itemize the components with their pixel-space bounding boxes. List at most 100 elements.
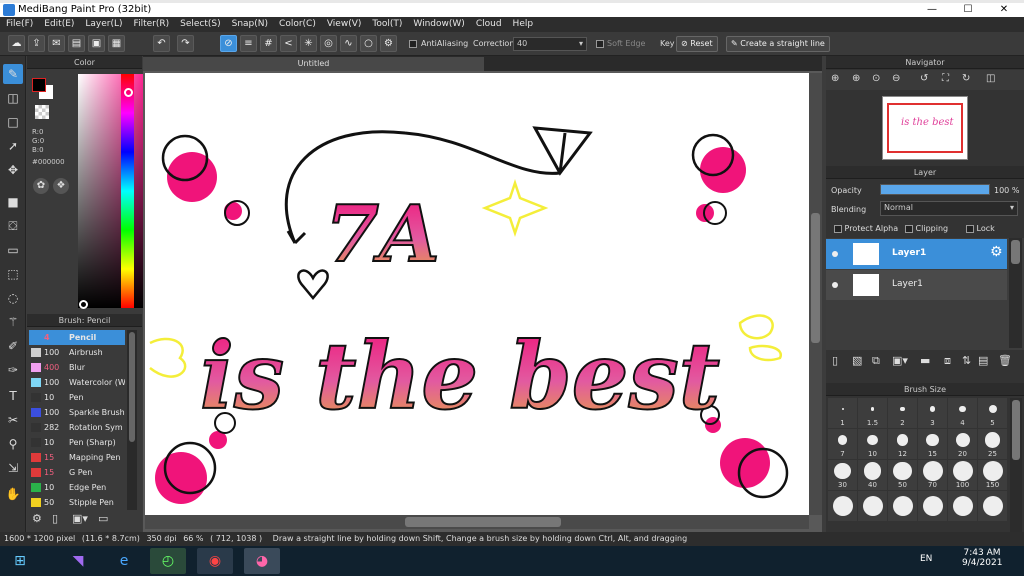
- brush-scrollbar[interactable]: [127, 330, 137, 510]
- brush-item[interactable]: 10 Pen: [29, 390, 125, 405]
- camtasia-icon[interactable]: ◴: [150, 548, 186, 574]
- move-tool-icon[interactable]: ✥: [3, 160, 23, 180]
- lock-option[interactable]: Lock: [966, 224, 995, 233]
- transparent-color-swatch[interactable]: [35, 105, 49, 119]
- fit-screen-icon[interactable]: ⛶: [942, 73, 949, 84]
- drawing-canvas[interactable]: 7A is the best: [145, 73, 809, 515]
- add-brush-icon[interactable]: ▣▾: [72, 512, 92, 526]
- zoom-out-icon[interactable]: ⊖: [892, 73, 900, 84]
- brush-item[interactable]: 100 Airbrush: [29, 345, 125, 360]
- menu-select[interactable]: Select(S): [174, 17, 226, 32]
- cloud-icon[interactable]: ☁: [8, 35, 25, 52]
- text-tool-icon[interactable]: T: [3, 386, 23, 406]
- saturation-value-field[interactable]: [78, 74, 147, 308]
- clock[interactable]: 7:43 AM 9/4/2021: [962, 548, 1002, 568]
- comment-icon[interactable]: ✉: [48, 35, 65, 52]
- canvas-horizontal-scrollbar[interactable]: [145, 515, 809, 529]
- brush-size-cell[interactable]: 5: [978, 398, 1007, 428]
- brush-size-cell[interactable]: 10: [858, 429, 887, 459]
- delete-brush-icon[interactable]: ▭: [98, 512, 112, 526]
- snap-off-icon[interactable]: ⊘: [220, 35, 237, 52]
- brush-size-cell[interactable]: 1.5: [858, 398, 887, 428]
- maximize-button[interactable]: ☐: [954, 3, 982, 17]
- magic-wand-tool-icon[interactable]: ⚚: [3, 312, 23, 332]
- hue-slider[interactable]: [121, 74, 134, 308]
- antialiasing-checkbox[interactable]: [409, 40, 417, 48]
- reset-button[interactable]: ⊘ Reset: [676, 36, 718, 52]
- hue-marker[interactable]: [124, 88, 133, 97]
- add-layer-menu-icon[interactable]: ▣▾: [892, 354, 908, 367]
- divide-tool-icon[interactable]: ✂: [3, 410, 23, 430]
- layer-property-icon[interactable]: ▤: [978, 354, 988, 367]
- brush-item[interactable]: 10 Pen (Sharp): [29, 435, 125, 450]
- lasso-tool-icon[interactable]: ◌: [3, 288, 23, 308]
- horizontal-scroll-thumb[interactable]: [405, 517, 561, 527]
- layer-visibility-icon[interactable]: [832, 282, 838, 288]
- clipping-checkbox[interactable]: [905, 224, 913, 233]
- visual-studio-icon[interactable]: ◥: [60, 548, 96, 574]
- navigator-viewport[interactable]: [887, 103, 963, 153]
- brush-size-cell[interactable]: [918, 491, 947, 521]
- eraser-tool-icon[interactable]: ◫: [3, 88, 23, 108]
- brush-settings-icon[interactable]: ⚙: [32, 512, 46, 526]
- layer-settings-icon[interactable]: ⚙: [990, 244, 1003, 260]
- eyedropper-tool-icon[interactable]: ⚲: [3, 434, 23, 454]
- clipping-option[interactable]: Clipping: [905, 224, 948, 233]
- correction-select[interactable]: 40 ▾: [513, 37, 587, 51]
- brush-size-cell[interactable]: 4: [948, 398, 977, 428]
- ellipse-snap-icon[interactable]: ○: [360, 35, 377, 52]
- undo-button[interactable]: ↶: [153, 35, 170, 52]
- zoom-in-2-icon[interactable]: ⊕: [852, 73, 860, 84]
- menu-filter[interactable]: Filter(R): [128, 17, 175, 32]
- menu-file[interactable]: File(F): [0, 17, 38, 32]
- snap-settings-icon[interactable]: ⚙: [380, 35, 397, 52]
- lock-checkbox[interactable]: [966, 224, 974, 233]
- menu-view[interactable]: View(V): [321, 17, 367, 32]
- brush-size-scrollbar[interactable]: [1010, 398, 1022, 532]
- menu-edit[interactable]: Edit(E): [38, 17, 79, 32]
- brush-item[interactable]: 50 Stipple Pen: [29, 495, 125, 510]
- brush-size-cell[interactable]: [828, 491, 857, 521]
- vertical-scroll-thumb[interactable]: [811, 213, 820, 343]
- canvas-vertical-scrollbar[interactable]: [809, 73, 822, 515]
- brush-item[interactable]: 400 Blur: [29, 360, 125, 375]
- palette-icon[interactable]: ✿: [33, 178, 49, 194]
- folder-icon[interactable]: ▬: [920, 354, 930, 367]
- share-icon[interactable]: ⇪: [28, 35, 45, 52]
- chrome-icon[interactable]: ◉: [197, 548, 233, 574]
- medibang-icon[interactable]: ◕: [244, 548, 280, 574]
- brush-item[interactable]: 4 Pencil: [29, 330, 125, 345]
- rotate-right-icon[interactable]: ↻: [962, 73, 970, 84]
- tab-untitled[interactable]: Untitled: [143, 57, 484, 71]
- select-eraser-tool-icon[interactable]: ✑: [3, 360, 23, 380]
- select-tool-icon[interactable]: ⬚: [3, 264, 23, 284]
- brush-size-cell[interactable]: 12: [888, 429, 917, 459]
- layer-row-selected[interactable]: Layer1 ⚙: [826, 239, 1007, 269]
- ie-icon[interactable]: e: [106, 548, 142, 574]
- layer-row[interactable]: Layer1: [826, 270, 1007, 300]
- curve-snap-icon[interactable]: ∿: [340, 35, 357, 52]
- brush-size-cell[interactable]: 150: [978, 460, 1007, 490]
- language-indicator[interactable]: EN: [920, 554, 932, 564]
- brush-size-scroll-thumb[interactable]: [1012, 400, 1020, 460]
- soft-edge-checkbox[interactable]: [596, 40, 604, 48]
- menu-snap[interactable]: Snap(N): [226, 17, 273, 32]
- brush-size-cell[interactable]: 3: [918, 398, 947, 428]
- duplicate-layer-icon[interactable]: ⧉: [872, 354, 880, 368]
- brush-scroll-thumb[interactable]: [129, 332, 135, 442]
- minimize-button[interactable]: —: [918, 3, 946, 17]
- straight-line-button[interactable]: ✎ Create a straight line: [726, 36, 830, 52]
- navigation-tool-icon[interactable]: ⇲: [3, 458, 23, 478]
- new-halftone-layer-icon[interactable]: ▧: [852, 354, 862, 367]
- redo-button[interactable]: ↷: [177, 35, 194, 52]
- brush-item[interactable]: 15 Mapping Pen: [29, 450, 125, 465]
- bucket-tool-icon[interactable]: ⛋: [3, 216, 23, 236]
- blending-select[interactable]: Normal ▾: [880, 201, 1018, 216]
- move-layer-icon[interactable]: ⇅: [962, 354, 971, 367]
- opacity-slider[interactable]: [880, 184, 990, 195]
- brush-item[interactable]: 100 Watercolor (W: [29, 375, 125, 390]
- brush-size-cell[interactable]: 2: [888, 398, 917, 428]
- menu-tool[interactable]: Tool(T): [366, 17, 407, 32]
- layer-visibility-icon[interactable]: [832, 251, 838, 257]
- brush-size-cell[interactable]: [858, 491, 887, 521]
